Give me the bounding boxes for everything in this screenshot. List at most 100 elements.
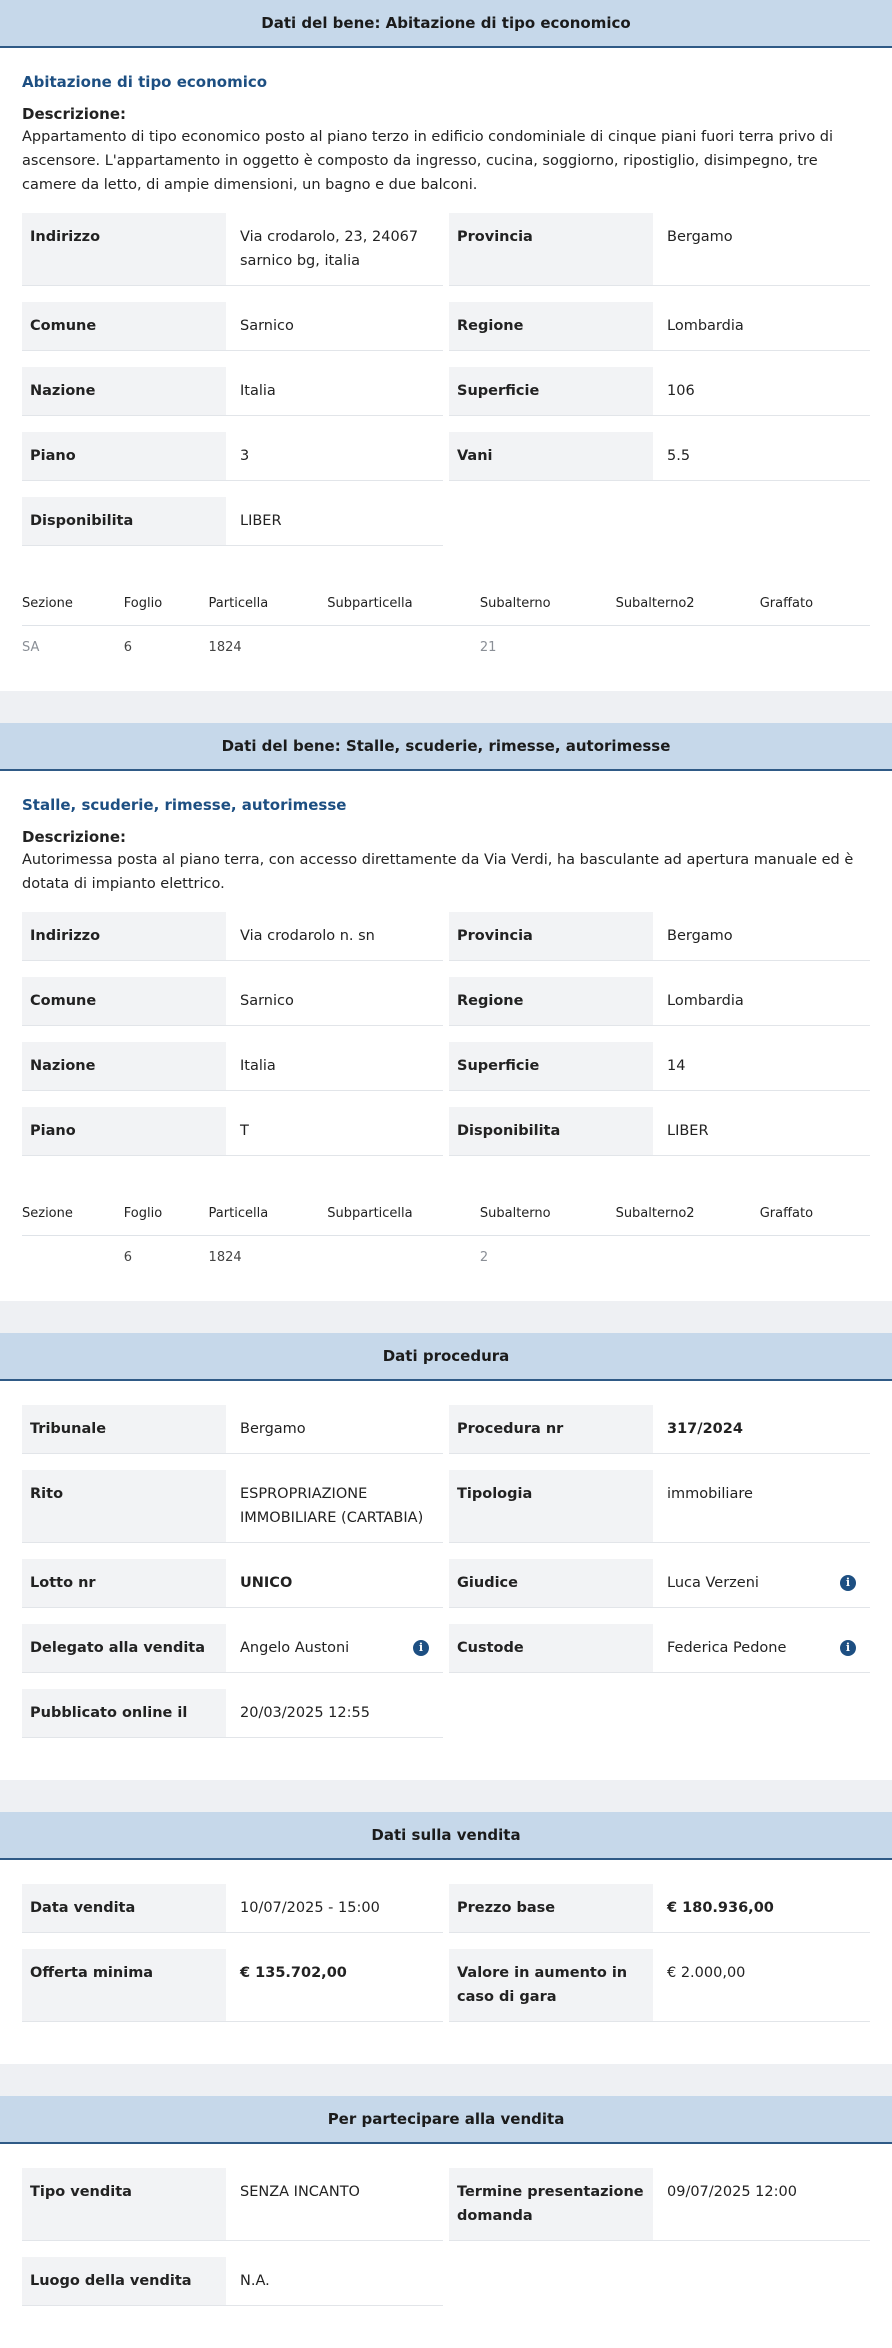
field-prezzo-base: Prezzo base € 180.936,00 bbox=[449, 1884, 870, 1933]
field-value: 10/07/2025 - 15:00 bbox=[226, 1884, 443, 1932]
page: Dati del bene: Abitazione di tipo econom… bbox=[0, 0, 892, 2348]
field-label: Superficie bbox=[449, 367, 653, 415]
field-label: Piano bbox=[22, 1107, 226, 1155]
field-custode: Custode Federica Pedone i bbox=[449, 1624, 870, 1673]
field-nazione: Nazione Italia bbox=[22, 1042, 443, 1091]
field-value-text: Sarnico bbox=[240, 993, 294, 1009]
field-value-text: 14 bbox=[667, 1058, 686, 1074]
field-label: Luogo della vendita bbox=[22, 2257, 226, 2305]
field-value: Sarnico bbox=[226, 977, 443, 1025]
field-label: Termine presentazione domanda bbox=[449, 2168, 653, 2240]
field-value-text: Via crodarolo, 23, 24067 sarnico bg, ita… bbox=[240, 229, 419, 269]
info-icon[interactable]: i bbox=[413, 1640, 429, 1656]
catasto-cell: 6 bbox=[123, 1250, 133, 1265]
description-text: Appartamento di tipo economico posto al … bbox=[22, 129, 834, 193]
description-label: Descrizione: bbox=[22, 105, 127, 123]
field-label: Giudice bbox=[449, 1559, 653, 1607]
field-value: SENZA INCANTO bbox=[226, 2168, 443, 2240]
field-value: Luca Verzeni i bbox=[653, 1559, 870, 1607]
catasto-cell bbox=[616, 1236, 760, 1276]
catasto-col-subalterno2: Subalterno2 bbox=[615, 586, 760, 626]
field-piano: Piano T bbox=[22, 1107, 443, 1156]
description-text: Autorimessa posta al piano terra, con ac… bbox=[22, 852, 854, 892]
catasto-col-subparticella: Subparticella bbox=[327, 1196, 480, 1236]
catasto-cell bbox=[760, 626, 870, 666]
field-delegato-alla-vendita: Delegato alla vendita Angelo Austoni i bbox=[22, 1624, 443, 1673]
field-indirizzo: Indirizzo Via crodarolo, 23, 24067 sarnic… bbox=[22, 213, 443, 286]
field-value-text: LIBER bbox=[667, 1123, 709, 1139]
field-tipologia: Tipologia immobiliare bbox=[449, 1470, 870, 1543]
field-label: Regione bbox=[449, 302, 653, 350]
field-label: Offerta minima bbox=[22, 1949, 226, 2021]
field-regione: Regione Lombardia bbox=[449, 977, 870, 1026]
field-value: UNICO bbox=[226, 1559, 443, 1607]
field-value: LIBER bbox=[226, 497, 443, 545]
field-value: ESPROPRIAZIONE IMMOBILIARE (CARTABIA) bbox=[226, 1470, 443, 1542]
bene-title: Abitazione di tipo economico bbox=[22, 73, 268, 91]
partecipare-section: Per partecipare alla vendita Tipo vendita… bbox=[0, 2096, 892, 2348]
field-rito: Rito ESPROPRIAZIONE IMMOBILIARE (CARTABIA… bbox=[22, 1470, 443, 1543]
field-nazione: Nazione Italia bbox=[22, 367, 443, 416]
field-value-text: Lombardia bbox=[667, 993, 744, 1009]
field-label: Disponibilita bbox=[22, 497, 226, 545]
catasto-col-foglio: Foglio bbox=[123, 586, 209, 626]
bene-section: Dati del bene: Stalle, scuderie, rimesse… bbox=[0, 723, 892, 1301]
field-label: Custode bbox=[449, 1624, 653, 1672]
field-label: Nazione bbox=[22, 367, 226, 415]
field-value-text: SENZA INCANTO bbox=[240, 2184, 360, 2200]
field-value: Via crodarolo n. sn bbox=[226, 912, 443, 960]
field-label: Tipo vendita bbox=[22, 2168, 226, 2240]
catasto-row: 6 1824 2 bbox=[22, 1236, 870, 1276]
field-value: 20/03/2025 12:55 bbox=[226, 1689, 443, 1737]
field-value-text: 09/07/2025 12:00 bbox=[667, 2184, 797, 2200]
catasto-table: Sezione Foglio Particella Subparticella Suba… bbox=[22, 1196, 870, 1275]
catasto-col-foglio: Foglio bbox=[123, 1196, 209, 1236]
catasto-cell: 1824 bbox=[208, 640, 242, 655]
catasto-col-sezione: Sezione bbox=[22, 1196, 124, 1236]
field-label: Indirizzo bbox=[22, 213, 226, 285]
field-value: € 135.702,00 bbox=[226, 1949, 443, 2021]
field-label: Data vendita bbox=[22, 1884, 226, 1932]
field-value: Bergamo bbox=[226, 1405, 443, 1453]
field-value: Italia bbox=[226, 367, 443, 415]
catasto-col-subparticella: Subparticella bbox=[327, 586, 480, 626]
field-value-text: Angelo Austoni bbox=[240, 1640, 350, 1656]
field-value-text: € 135.702,00 bbox=[240, 1965, 347, 1981]
field-tribunale: Tribunale Bergamo bbox=[22, 1405, 443, 1454]
field-value: immobiliare bbox=[653, 1470, 870, 1542]
field-superficie: Superficie 106 bbox=[449, 367, 870, 416]
field-giudice: Giudice Luca Verzeni i bbox=[449, 1559, 870, 1608]
field-value: Italia bbox=[226, 1042, 443, 1090]
field-value: Sarnico bbox=[226, 302, 443, 350]
field-valore-in-aumento-in-caso-di-gara: Valore in aumento in caso di gara € 2.000… bbox=[449, 1949, 870, 2022]
field-value: 317/2024 bbox=[653, 1405, 870, 1453]
field-label: Tribunale bbox=[22, 1405, 226, 1453]
field-value-text: UNICO bbox=[240, 1575, 293, 1591]
section-body: Data vendita 10/07/2025 - 15:00 Prezzo bas… bbox=[0, 1884, 892, 2038]
catasto-cell bbox=[760, 1236, 870, 1276]
field-value-text: 5.5 bbox=[667, 448, 691, 464]
field-pubblicato-online-il: Pubblicato online il 20/03/2025 12:55 bbox=[22, 1689, 443, 1738]
catasto-cell bbox=[22, 1236, 124, 1276]
info-grid: Data vendita 10/07/2025 - 15:00 Prezzo bas… bbox=[22, 1884, 870, 2038]
catasto-cell: 21 bbox=[479, 640, 497, 655]
field-termine-presentazione-domanda: Termine presentazione domanda 09/07/2025 … bbox=[449, 2168, 870, 2241]
catasto-header-row: Sezione Foglio Particella Subparticella Suba… bbox=[22, 1196, 870, 1236]
field-superficie: Superficie 14 bbox=[449, 1042, 870, 1091]
field-value: Lombardia bbox=[653, 302, 870, 350]
field-tipo-vendita: Tipo vendita SENZA INCANTO bbox=[22, 2168, 443, 2241]
info-icon[interactable]: i bbox=[840, 1640, 856, 1656]
field-value-text: T bbox=[240, 1123, 249, 1139]
catasto-cell: 6 bbox=[123, 640, 133, 655]
field-value: Lombardia bbox=[653, 977, 870, 1025]
info-icon[interactable]: i bbox=[840, 1575, 856, 1591]
field-label: Piano bbox=[22, 432, 226, 480]
catasto-col-sezione: Sezione bbox=[22, 586, 124, 626]
info-grid: Tribunale Bergamo Procedura nr 317/2024 Rito… bbox=[22, 1405, 870, 1754]
field-provincia: Provincia Bergamo bbox=[449, 213, 870, 286]
field-label: Rito bbox=[22, 1470, 226, 1542]
field-value-text: € 180.936,00 bbox=[667, 1900, 774, 1916]
field-value-text: Italia bbox=[240, 383, 276, 399]
vendita-section: Dati sulla vendita Data vendita 10/07/2025… bbox=[0, 1812, 892, 2064]
field-value-text: Bergamo bbox=[667, 928, 733, 944]
